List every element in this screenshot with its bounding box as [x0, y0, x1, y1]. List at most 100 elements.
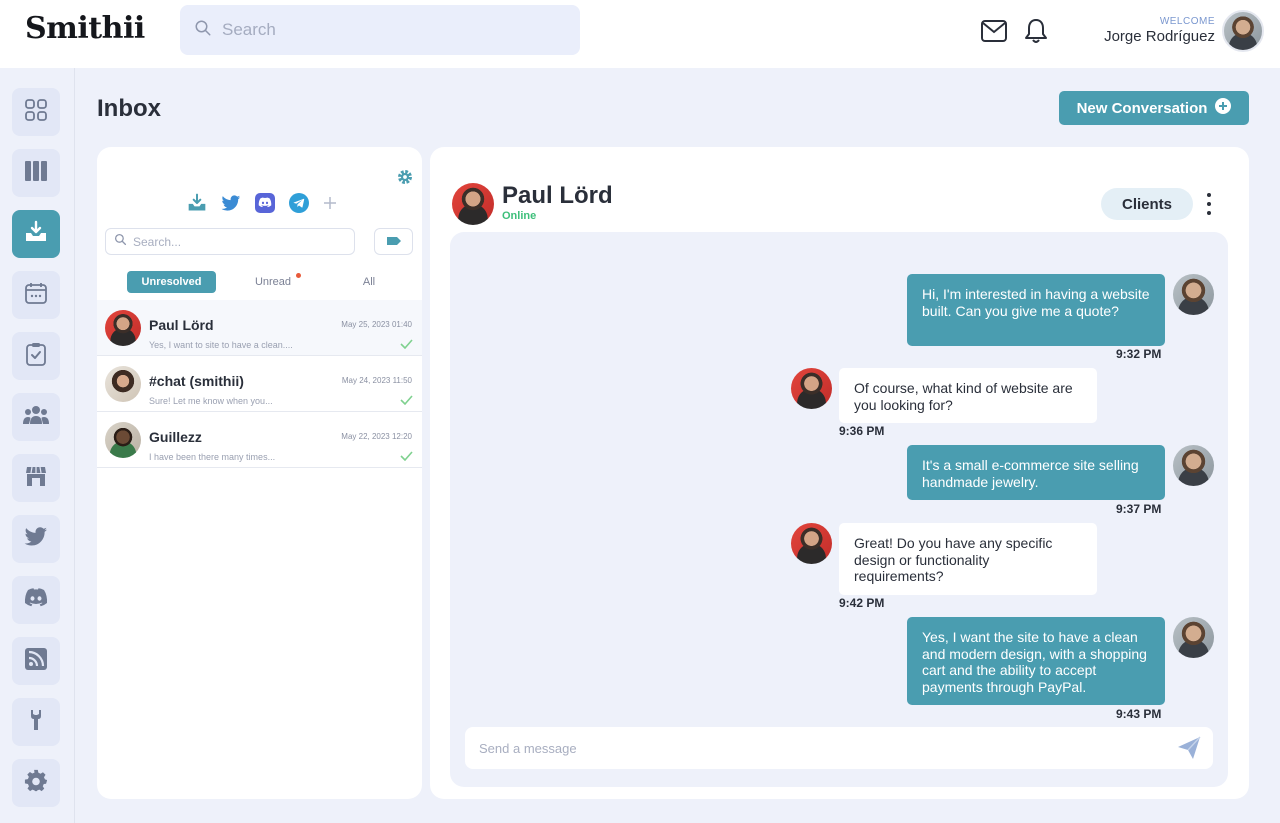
message-thread: Hi, I'm interested in having a website b…	[450, 232, 1228, 787]
read-check-icon	[400, 448, 413, 466]
app-logo[interactable]: Smithii	[25, 11, 145, 46]
avatar	[105, 422, 141, 458]
new-conversation-button[interactable]: New Conversation	[1059, 91, 1249, 125]
conversation-name: Paul Lörd	[149, 317, 214, 333]
discord-icon	[24, 587, 48, 613]
message-time: 9:42 PM	[839, 596, 885, 610]
contact-name: Paul Lörd	[502, 182, 613, 209]
rail-tools-button[interactable]	[12, 698, 60, 746]
conversation-date: May 22, 2023 12:20	[341, 432, 412, 441]
filter-unread[interactable]: Unread	[243, 271, 303, 293]
discord-icon[interactable]	[255, 193, 275, 218]
top-bar: Smithii WELCOME Jorge Rodríguez	[0, 0, 1280, 68]
more-options-icon[interactable]	[1202, 191, 1216, 217]
contact-status: Online	[502, 210, 537, 222]
rail-twitter-button[interactable]	[12, 515, 60, 563]
filter-unread-label: Unread	[254, 276, 292, 288]
avatar	[1173, 274, 1214, 315]
rail-settings-button[interactable]	[12, 759, 60, 807]
conversation-preview: Yes, I want to site to have a clean....	[149, 340, 293, 350]
rail-discord-button[interactable]	[12, 576, 60, 624]
channel-filter	[187, 193, 337, 218]
user-avatar[interactable]	[1222, 10, 1264, 52]
avatar	[105, 310, 141, 346]
message-bubble-outgoing: Hi, I'm interested in having a website b…	[907, 274, 1165, 346]
send-icon[interactable]	[1177, 736, 1201, 765]
read-check-icon	[400, 336, 413, 354]
status-filters: Unresolved Unread All	[127, 271, 417, 293]
settings-icon[interactable]	[397, 169, 413, 190]
welcome-label: WELCOME	[1159, 16, 1215, 27]
dashboard-grid-icon	[24, 98, 48, 127]
avatar	[791, 368, 832, 409]
telegram-icon[interactable]	[289, 193, 309, 218]
message-time: 9:43 PM	[1116, 707, 1162, 721]
store-icon	[24, 464, 48, 493]
avatar	[1173, 445, 1214, 486]
search-icon	[114, 233, 127, 251]
message-bubble-incoming: Of course, what kind of website are you …	[839, 368, 1097, 423]
mail-icon[interactable]	[979, 16, 1009, 46]
message-bubble-incoming: Great! Do you have any specific design o…	[839, 523, 1097, 595]
user-greeting: WELCOME Jorge Rodríguez	[1104, 16, 1215, 45]
page-title: Inbox	[97, 95, 161, 122]
twitter-icon	[24, 526, 48, 553]
message-bubble-outgoing: Yes, I want the site to have a clean and…	[907, 617, 1165, 705]
rail-store-button[interactable]	[12, 454, 60, 502]
conversation-item[interactable]: Paul Lörd May 25, 2023 01:40 Yes, I want…	[97, 300, 422, 356]
conversation-search-input[interactable]	[133, 234, 343, 249]
global-search[interactable]	[180, 5, 580, 55]
inbox-icon	[24, 220, 48, 249]
search-icon	[194, 19, 212, 42]
contact-avatar[interactable]	[452, 183, 494, 225]
message-composer[interactable]	[465, 727, 1213, 769]
rail-dashboard-button[interactable]	[12, 88, 60, 136]
rail-calendar-button[interactable]	[12, 271, 60, 319]
conversation-date: May 25, 2023 01:40	[341, 320, 412, 329]
global-search-input[interactable]	[222, 20, 562, 40]
avatar	[1173, 617, 1214, 658]
tag-filter-button[interactable]	[374, 228, 413, 255]
conversation-preview: I have been there many times...	[149, 452, 276, 462]
twitter-icon[interactable]	[221, 194, 241, 217]
conversation-date: May 24, 2023 11:50	[341, 376, 412, 385]
team-icon	[23, 404, 49, 431]
rail-tasks-button[interactable]	[12, 332, 60, 380]
filter-all[interactable]: All	[349, 271, 389, 293]
unread-dot	[296, 273, 301, 278]
message-time: 9:32 PM	[1116, 347, 1162, 361]
gear-icon	[24, 769, 48, 798]
new-conversation-label: New Conversation	[1076, 99, 1208, 117]
inbox-download-icon[interactable]	[187, 193, 207, 218]
conversation-name: #chat (smithii)	[149, 373, 244, 389]
rss-icon	[24, 647, 48, 676]
tag-icon	[386, 233, 402, 251]
conversation-list: Paul Lörd May 25, 2023 01:40 Yes, I want…	[97, 300, 422, 468]
user-name: Jorge Rodríguez	[1104, 28, 1215, 45]
plus-icon[interactable]	[323, 196, 337, 215]
contact-tag-button[interactable]: Clients	[1101, 188, 1193, 220]
filter-unresolved[interactable]: Unresolved	[127, 271, 216, 293]
rail-board-button[interactable]	[12, 149, 60, 197]
rail-rss-button[interactable]	[12, 637, 60, 685]
conversation-preview: Sure! Let me know when you...	[149, 396, 273, 406]
clipboard-check-icon	[25, 342, 47, 371]
message-time: 9:36 PM	[839, 424, 885, 438]
calendar-icon	[24, 281, 48, 310]
rail-team-button[interactable]	[12, 393, 60, 441]
columns-icon	[24, 160, 48, 187]
avatar	[791, 523, 832, 564]
rail-inbox-button[interactable]	[12, 210, 60, 258]
message-time: 9:37 PM	[1116, 502, 1162, 516]
side-rail	[0, 68, 75, 823]
conversation-list-panel: Unresolved Unread All Paul Lörd May 25, …	[97, 147, 422, 799]
chat-panel: Paul Lörd Online Clients Hi, I'm interes…	[430, 147, 1249, 799]
avatar	[105, 366, 141, 402]
plus-circle-icon	[1215, 98, 1232, 118]
read-check-icon	[400, 392, 413, 410]
conversation-item[interactable]: Guillezz May 22, 2023 12:20 I have been …	[97, 412, 422, 468]
message-input[interactable]	[479, 740, 1159, 756]
conversation-item[interactable]: #chat (smithii) May 24, 2023 11:50 Sure!…	[97, 356, 422, 412]
bell-icon[interactable]	[1021, 16, 1051, 46]
conversation-search[interactable]	[105, 228, 355, 255]
